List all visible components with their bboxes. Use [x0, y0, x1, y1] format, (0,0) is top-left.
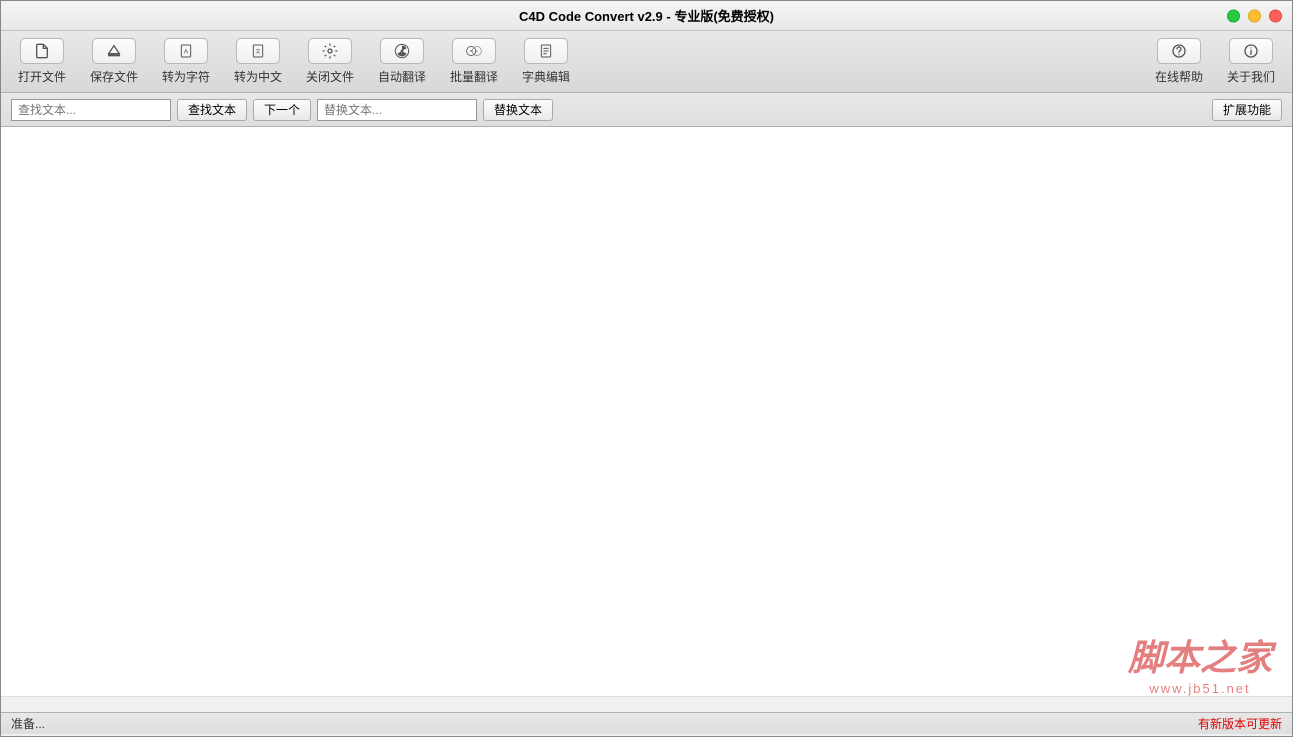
to-chars-button[interactable]: A 转为字符 — [159, 38, 213, 85]
auto-translate-button[interactable]: 自动翻译 — [375, 38, 429, 85]
minimize-button[interactable] — [1227, 9, 1240, 22]
close-file-label: 关闭文件 — [306, 68, 354, 85]
svg-text:A: A — [184, 49, 189, 56]
expand-features-button[interactable]: 扩展功能 — [1212, 99, 1282, 121]
status-bar: 准备... 有新版本可更新 — [1, 712, 1292, 734]
find-button[interactable]: 查找文本 — [177, 99, 247, 121]
svg-text:文: 文 — [255, 47, 261, 55]
help-icon — [1157, 38, 1201, 64]
doc-lines-icon — [524, 38, 568, 64]
save-file-button[interactable]: 保存文件 — [87, 38, 141, 85]
search-bar: 查找文本 下一个 替换文本 扩展功能 — [1, 93, 1292, 127]
auto-translate-label: 自动翻译 — [378, 68, 426, 85]
replace-button[interactable]: 替换文本 — [483, 99, 553, 121]
to-chars-label: 转为字符 — [162, 68, 210, 85]
dict-edit-button[interactable]: 字典编辑 — [519, 38, 573, 85]
radiation-multi-icon — [452, 38, 496, 64]
save-file-label: 保存文件 — [90, 68, 138, 85]
main-toolbar: 打开文件 保存文件 A 转为字符 文 转为中文 关闭文件 自动翻译 — [1, 31, 1292, 93]
open-file-label: 打开文件 — [18, 68, 66, 85]
about-us-label: 关于我们 — [1227, 68, 1275, 85]
titlebar: C4D Code Convert v2.9 - 专业版(免费授权) — [1, 1, 1292, 31]
to-chinese-label: 转为中文 — [234, 68, 282, 85]
window-title: C4D Code Convert v2.9 - 专业版(免费授权) — [519, 6, 774, 25]
horizontal-scrollbar[interactable] — [1, 696, 1292, 712]
status-ready: 准备... — [11, 715, 45, 732]
doc-a-icon: A — [164, 38, 208, 64]
online-help-button[interactable]: 在线帮助 — [1152, 38, 1206, 85]
batch-translate-button[interactable]: 批量翻译 — [447, 38, 501, 85]
file-icon — [20, 38, 64, 64]
close-window-button[interactable] — [1269, 9, 1282, 22]
status-update: 有新版本可更新 — [1198, 715, 1282, 732]
disk-icon — [92, 38, 136, 64]
find-input[interactable] — [11, 99, 171, 121]
batch-translate-label: 批量翻译 — [450, 68, 498, 85]
online-help-label: 在线帮助 — [1155, 68, 1203, 85]
open-file-button[interactable]: 打开文件 — [15, 38, 69, 85]
editor-area[interactable] — [1, 127, 1292, 696]
replace-input[interactable] — [317, 99, 477, 121]
doc-cn-icon: 文 — [236, 38, 280, 64]
to-chinese-button[interactable]: 文 转为中文 — [231, 38, 285, 85]
info-icon — [1229, 38, 1273, 64]
maximize-button[interactable] — [1248, 9, 1261, 22]
dict-edit-label: 字典编辑 — [522, 68, 570, 85]
close-file-button[interactable]: 关闭文件 — [303, 38, 357, 85]
gear-icon — [308, 38, 352, 64]
window-controls — [1227, 9, 1282, 22]
next-button[interactable]: 下一个 — [253, 99, 311, 121]
about-us-button[interactable]: 关于我们 — [1224, 38, 1278, 85]
radiation-icon — [380, 38, 424, 64]
